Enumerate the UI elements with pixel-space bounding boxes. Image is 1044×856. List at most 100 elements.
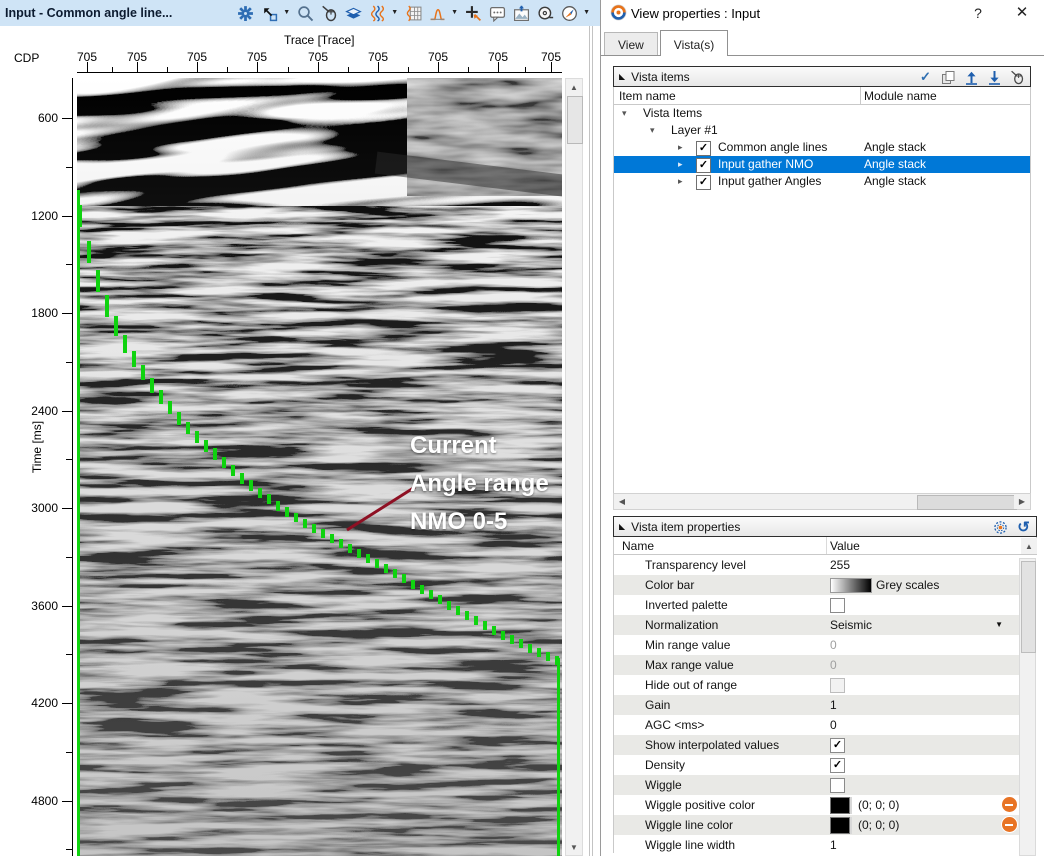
trace-minor-tick bbox=[468, 67, 469, 72]
properties-header[interactable]: ◣ Vista item properties ↺ bbox=[613, 516, 1037, 537]
tab-view[interactable]: View bbox=[604, 32, 658, 56]
time-minor-tick bbox=[66, 654, 72, 655]
angle-line-left bbox=[77, 190, 80, 856]
compass-icon[interactable] bbox=[561, 5, 578, 22]
scrollbar-thumb[interactable] bbox=[1021, 561, 1036, 653]
item-visibility-checkbox[interactable]: ✓ bbox=[696, 141, 711, 156]
collapse-triangle-icon[interactable]: ◣ bbox=[619, 72, 625, 81]
property-row[interactable]: Hide out of range bbox=[614, 675, 1019, 695]
comment-bubble-icon[interactable] bbox=[489, 5, 506, 22]
help-button[interactable]: ? bbox=[967, 3, 989, 23]
scrollbar-thumb[interactable] bbox=[567, 96, 583, 144]
property-row[interactable]: Gain1 bbox=[614, 695, 1019, 715]
scrollbar-thumb[interactable] bbox=[917, 495, 1017, 510]
splitter-line[interactable] bbox=[589, 26, 590, 856]
time-minor-tick bbox=[66, 557, 72, 558]
scroll-right-icon[interactable]: ▶ bbox=[1014, 494, 1030, 509]
copy-items-icon[interactable] bbox=[941, 70, 956, 85]
vista-items-header[interactable]: ◣ Vista items ✓ bbox=[613, 66, 1031, 87]
tree-row[interactable]: ▸✓Common angle linesAngle stack bbox=[614, 139, 1030, 156]
property-name: Transparency level bbox=[645, 555, 746, 575]
tree-row[interactable]: ▾Vista Items bbox=[614, 105, 1030, 122]
remove-color-button[interactable] bbox=[1001, 796, 1018, 813]
tab-vistas[interactable]: Vista(s) bbox=[660, 30, 728, 56]
property-checkbox[interactable] bbox=[830, 778, 845, 793]
scroll-up-icon[interactable]: ▲ bbox=[1021, 538, 1037, 554]
zoom-extent-dropdown-icon[interactable]: ▼ bbox=[283, 0, 290, 26]
property-value[interactable]: Seismic bbox=[830, 615, 872, 635]
property-row[interactable]: Wiggle line width1 bbox=[614, 835, 1019, 853]
items-horizontal-scrollbar[interactable]: ◀ ▶ bbox=[613, 493, 1031, 510]
collapsed-arrow-icon[interactable]: ▸ bbox=[678, 139, 683, 156]
tree-row[interactable]: ▸✓Input gather NMOAngle stack bbox=[614, 156, 1030, 173]
wiggle-display-icon[interactable] bbox=[369, 5, 386, 22]
magnifier-icon[interactable] bbox=[297, 5, 314, 22]
properties-vertical-scrollbar[interactable] bbox=[1019, 558, 1036, 856]
compass-dropdown-icon[interactable]: ▼ bbox=[583, 0, 590, 26]
tree-row[interactable]: ▸✓Input gather AnglesAngle stack bbox=[614, 173, 1030, 190]
splitter-line[interactable] bbox=[592, 26, 593, 856]
import-down-icon[interactable] bbox=[987, 70, 1002, 85]
export-image-icon[interactable] bbox=[513, 5, 530, 22]
tape-measure-icon[interactable] bbox=[537, 5, 554, 22]
item-visibility-checkbox[interactable]: ✓ bbox=[696, 175, 711, 190]
property-row[interactable]: Min range value0 bbox=[614, 635, 1019, 655]
collapsed-arrow-icon[interactable]: ▸ bbox=[678, 173, 683, 190]
property-row[interactable]: Wiggle bbox=[614, 775, 1019, 795]
mouse-tool-icon[interactable] bbox=[321, 5, 338, 22]
export-up-icon[interactable] bbox=[964, 70, 979, 85]
property-checkbox[interactable] bbox=[830, 598, 845, 613]
mute-curve-dash bbox=[249, 480, 253, 491]
item-visibility-checkbox[interactable]: ✓ bbox=[696, 158, 711, 173]
color-swatch[interactable] bbox=[830, 797, 850, 814]
color-rgb-value: (0; 0; 0) bbox=[858, 815, 899, 835]
expanded-arrow-icon[interactable]: ▾ bbox=[622, 105, 627, 122]
property-row[interactable]: Transparency level255 bbox=[614, 555, 1019, 575]
seismic-image[interactable]: CurrentAngle rangeNMO 0-5 bbox=[77, 78, 562, 856]
close-button[interactable]: ✕ bbox=[1011, 3, 1033, 23]
color-swatch[interactable] bbox=[830, 817, 850, 834]
cdp-axis-label: CDP bbox=[14, 51, 39, 65]
apply-check-icon[interactable]: ✓ bbox=[918, 70, 933, 85]
mute-curve-dash bbox=[411, 580, 415, 589]
property-row[interactable]: Wiggle line color(0; 0; 0) bbox=[614, 815, 1019, 835]
colorbar-gradient-swatch[interactable] bbox=[830, 578, 872, 593]
property-row[interactable]: Density✓ bbox=[614, 755, 1019, 775]
property-row[interactable]: Inverted palette bbox=[614, 595, 1019, 615]
remove-color-button[interactable] bbox=[1001, 816, 1018, 833]
trace-tick bbox=[498, 62, 499, 72]
property-row[interactable]: Max range value0 bbox=[614, 655, 1019, 675]
property-row[interactable]: Wiggle positive color(0; 0; 0) bbox=[614, 795, 1019, 815]
tree-row[interactable]: ▾Layer #1 bbox=[614, 122, 1030, 139]
mute-curve-dash bbox=[546, 652, 550, 661]
property-row[interactable]: NormalizationSeismic▼ bbox=[614, 615, 1019, 635]
property-checkbox[interactable]: ✓ bbox=[830, 758, 845, 773]
tree-item-module: Angle stack bbox=[864, 156, 926, 173]
property-row[interactable]: AGC <ms>0 bbox=[614, 715, 1019, 735]
seismic-vertical-scrollbar[interactable]: ▲ ▼ bbox=[565, 78, 583, 856]
spreadsheet-wiggle-icon[interactable] bbox=[405, 5, 422, 22]
undo-icon[interactable]: ↺ bbox=[1016, 520, 1031, 535]
histogram-icon[interactable] bbox=[429, 5, 446, 22]
wiggle-display-dropdown-icon[interactable]: ▼ bbox=[391, 0, 398, 26]
column-value: Value bbox=[830, 539, 860, 553]
time-axis-line bbox=[72, 78, 73, 856]
scroll-up-icon[interactable]: ▲ bbox=[566, 79, 582, 95]
zoom-extent-icon[interactable] bbox=[261, 5, 278, 22]
property-row[interactable]: Show interpolated values✓ bbox=[614, 735, 1019, 755]
scroll-down-icon[interactable]: ▼ bbox=[566, 839, 582, 855]
collapse-triangle-icon[interactable]: ◣ bbox=[619, 522, 625, 531]
layers-icon[interactable] bbox=[345, 5, 362, 22]
settings-gear-icon[interactable] bbox=[237, 5, 254, 22]
dropdown-arrow-icon[interactable]: ▼ bbox=[995, 615, 1003, 635]
pick-crosshair-icon[interactable] bbox=[465, 5, 482, 22]
target-icon[interactable] bbox=[993, 520, 1008, 535]
mouse-pointer-icon[interactable] bbox=[1010, 70, 1025, 85]
property-checkbox[interactable]: ✓ bbox=[830, 738, 845, 753]
property-row[interactable]: Color barGrey scales bbox=[614, 575, 1019, 595]
expanded-arrow-icon[interactable]: ▾ bbox=[650, 122, 655, 139]
histogram-dropdown-icon[interactable]: ▼ bbox=[451, 0, 458, 26]
scroll-left-icon[interactable]: ◀ bbox=[614, 494, 630, 509]
vista-items-header-icons: ✓ bbox=[918, 68, 1025, 86]
collapsed-arrow-icon[interactable]: ▸ bbox=[678, 156, 683, 173]
